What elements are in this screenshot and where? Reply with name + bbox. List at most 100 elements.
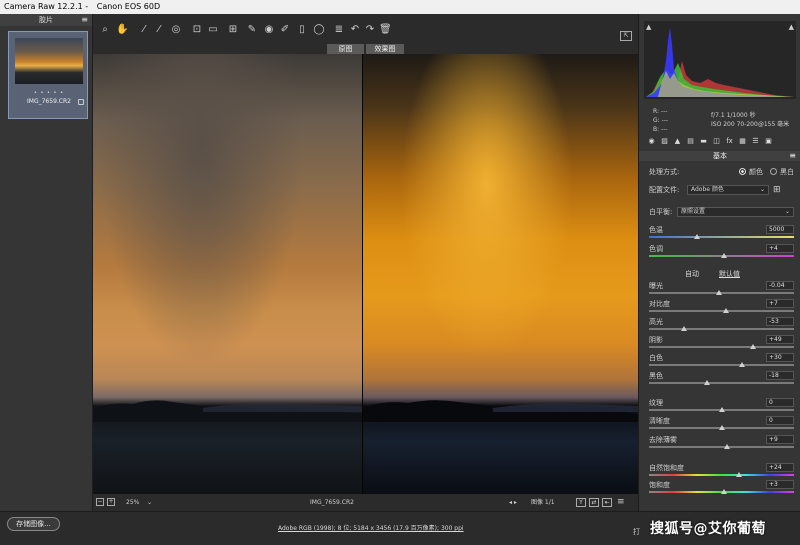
zoom-in-button[interactable]: + <box>107 498 115 506</box>
dehaze-slider[interactable] <box>649 444 794 449</box>
temperature-slider-handle[interactable] <box>693 234 700 239</box>
dehaze-value-field[interactable]: +9 <box>766 435 794 444</box>
preferences-list-icon[interactable]: ≣ <box>333 24 345 36</box>
prev-next-arrows-icon[interactable]: ◂ ▸ <box>509 494 517 511</box>
highlights-slider-handle[interactable] <box>680 326 687 331</box>
tint-slider[interactable] <box>649 253 794 258</box>
color-radio[interactable] <box>739 168 746 175</box>
save-image-button[interactable]: 存储图像... <box>7 517 60 531</box>
clarity-slider-handle[interactable] <box>718 425 725 430</box>
trash-icon[interactable]: 🗑 <box>379 24 392 36</box>
graduated-filter-icon[interactable]: ▯ <box>296 24 308 36</box>
blacks-slider[interactable] <box>649 380 794 385</box>
panel-menu-icon[interactable]: ≡ <box>789 151 796 161</box>
filmstrip-thumbnail[interactable]: • • • • • IMG_7659.CR2 <box>8 31 88 119</box>
bw-radio[interactable] <box>770 168 777 175</box>
view-mode-icon[interactable]: Y <box>576 498 586 507</box>
highlight-clipping-icon[interactable]: ▲ <box>789 23 794 31</box>
contrast-slider[interactable] <box>649 308 794 313</box>
contrast-value-field[interactable]: +7 <box>766 299 794 308</box>
color-option-label: 颜色 <box>749 168 763 176</box>
texture-value-field[interactable]: 0 <box>766 398 794 407</box>
tab-split-toning-icon[interactable]: ▬ <box>699 137 708 146</box>
filmstrip-title: 胶片 <box>39 16 53 24</box>
workflow-options-link[interactable]: Adobe RGB (1998); 8 位; 5184 x 3456 (17.9… <box>278 523 464 532</box>
image-preview[interactable] <box>93 54 638 494</box>
vibrance-slider[interactable] <box>649 472 794 477</box>
tint-value-field[interactable]: +4 <box>766 244 794 253</box>
auto-button[interactable]: 自动 <box>685 269 699 279</box>
clarity-value-field[interactable]: 0 <box>766 416 794 425</box>
transform-tool-icon[interactable]: ⊞ <box>227 24 239 36</box>
wb-select[interactable]: 原照设置 ⌄ <box>677 207 794 217</box>
histogram-graph <box>646 27 794 97</box>
shadow-clipping-icon[interactable]: ▲ <box>646 23 651 31</box>
filmstrip-menu-icon[interactable]: ≡ <box>81 14 88 26</box>
rotate-right-icon[interactable]: ↷ <box>364 24 376 36</box>
shadows-slider[interactable] <box>649 344 794 349</box>
contrast-slider-handle[interactable] <box>722 308 729 313</box>
split-divider[interactable] <box>362 54 363 494</box>
saturation-slider[interactable] <box>649 489 794 494</box>
exposure-value-field[interactable]: -0.04 <box>766 281 794 290</box>
white-balance-tool-icon[interactable]: ⁄ <box>138 24 150 36</box>
tab-hsl-icon[interactable]: ▤ <box>686 137 695 146</box>
texture-slider-handle[interactable] <box>718 407 725 412</box>
temperature-slider[interactable] <box>649 234 794 239</box>
tab-lens-icon[interactable]: ◫ <box>712 137 721 146</box>
tab-presets-icon[interactable]: ☰ <box>751 137 760 146</box>
tab-effects-icon[interactable]: fx <box>725 137 734 146</box>
shadows-value-field[interactable]: +49 <box>766 335 794 344</box>
rating-stars[interactable]: • • • • • <box>9 90 89 96</box>
preview-settings-icon[interactable]: ≡ <box>617 494 625 511</box>
vibrance-slider-handle[interactable] <box>735 472 742 477</box>
profile-select[interactable]: Adobe 颜色 ⌄ <box>687 185 769 195</box>
straighten-tool-icon[interactable]: ▭ <box>207 24 219 36</box>
tint-slider-handle[interactable] <box>721 253 728 258</box>
rotate-left-icon[interactable]: ↶ <box>349 24 361 36</box>
red-eye-tool-icon[interactable]: ◉ <box>263 24 275 36</box>
tab-tone-curve-icon[interactable]: ▨ <box>660 137 669 146</box>
before-label: 原图 <box>327 44 364 54</box>
fullscreen-toggle-icon[interactable]: ⇱ <box>620 31 632 41</box>
texture-slider[interactable] <box>649 407 794 412</box>
hand-tool-icon[interactable]: ✋ <box>116 24 128 36</box>
zoom-dropdown-icon[interactable]: ⌄ <box>147 494 152 511</box>
color-sampler-tool-icon[interactable]: ⁄ <box>153 24 165 36</box>
adjustment-brush-icon[interactable]: ✐ <box>279 24 291 36</box>
copy-settings-icon[interactable]: ⇤ <box>602 498 612 507</box>
whites-value-field[interactable]: +30 <box>766 353 794 362</box>
saturation-value-field[interactable]: +3 <box>766 480 794 489</box>
open-image-button[interactable]: 打 <box>633 525 649 539</box>
radial-filter-icon[interactable]: ◯ <box>313 24 325 36</box>
tab-snapshots-icon[interactable]: ▣ <box>764 137 773 146</box>
vibrance-value-field[interactable]: +24 <box>766 463 794 472</box>
tab-basic-icon[interactable]: ◉ <box>647 137 656 146</box>
crop-tool-icon[interactable]: ⊡ <box>191 24 203 36</box>
default-button[interactable]: 默认值 <box>719 269 740 279</box>
zoom-level[interactable]: 25% <box>126 494 139 511</box>
dehaze-slider-handle[interactable] <box>724 444 731 449</box>
exposure-slider[interactable] <box>649 290 794 295</box>
zoom-out-button[interactable]: − <box>96 498 104 506</box>
highlights-slider[interactable] <box>649 326 794 331</box>
blacks-slider-handle[interactable] <box>704 380 710 385</box>
temperature-value-field[interactable]: 5000 <box>766 225 794 234</box>
spot-removal-tool-icon[interactable]: ✎ <box>246 24 258 36</box>
exposure-slider-handle[interactable] <box>715 290 722 295</box>
tab-detail-icon[interactable]: ▲ <box>673 137 682 146</box>
targeted-adjustment-tool-icon[interactable]: ◎ <box>170 24 182 36</box>
swap-before-after-icon[interactable]: ⇄ <box>589 498 599 507</box>
blacks-value-field[interactable]: -18 <box>766 371 794 380</box>
treatment-row: 处理方式: 颜色 黑白 <box>649 167 794 177</box>
whites-slider[interactable] <box>649 362 794 367</box>
saturation-slider-handle[interactable] <box>721 489 728 494</box>
clarity-slider[interactable] <box>649 425 794 430</box>
zoom-tool-icon[interactable]: ⌕ <box>99 24 111 36</box>
tab-calibration-icon[interactable]: ▦ <box>738 137 747 146</box>
highlights-value-field[interactable]: -53 <box>766 317 794 326</box>
temperature-row: 色温 5000 <box>649 225 794 235</box>
profile-browser-icon[interactable]: ⊞ <box>773 185 781 195</box>
whites-slider-handle[interactable] <box>738 362 745 367</box>
shadows-slider-handle[interactable] <box>750 344 757 349</box>
